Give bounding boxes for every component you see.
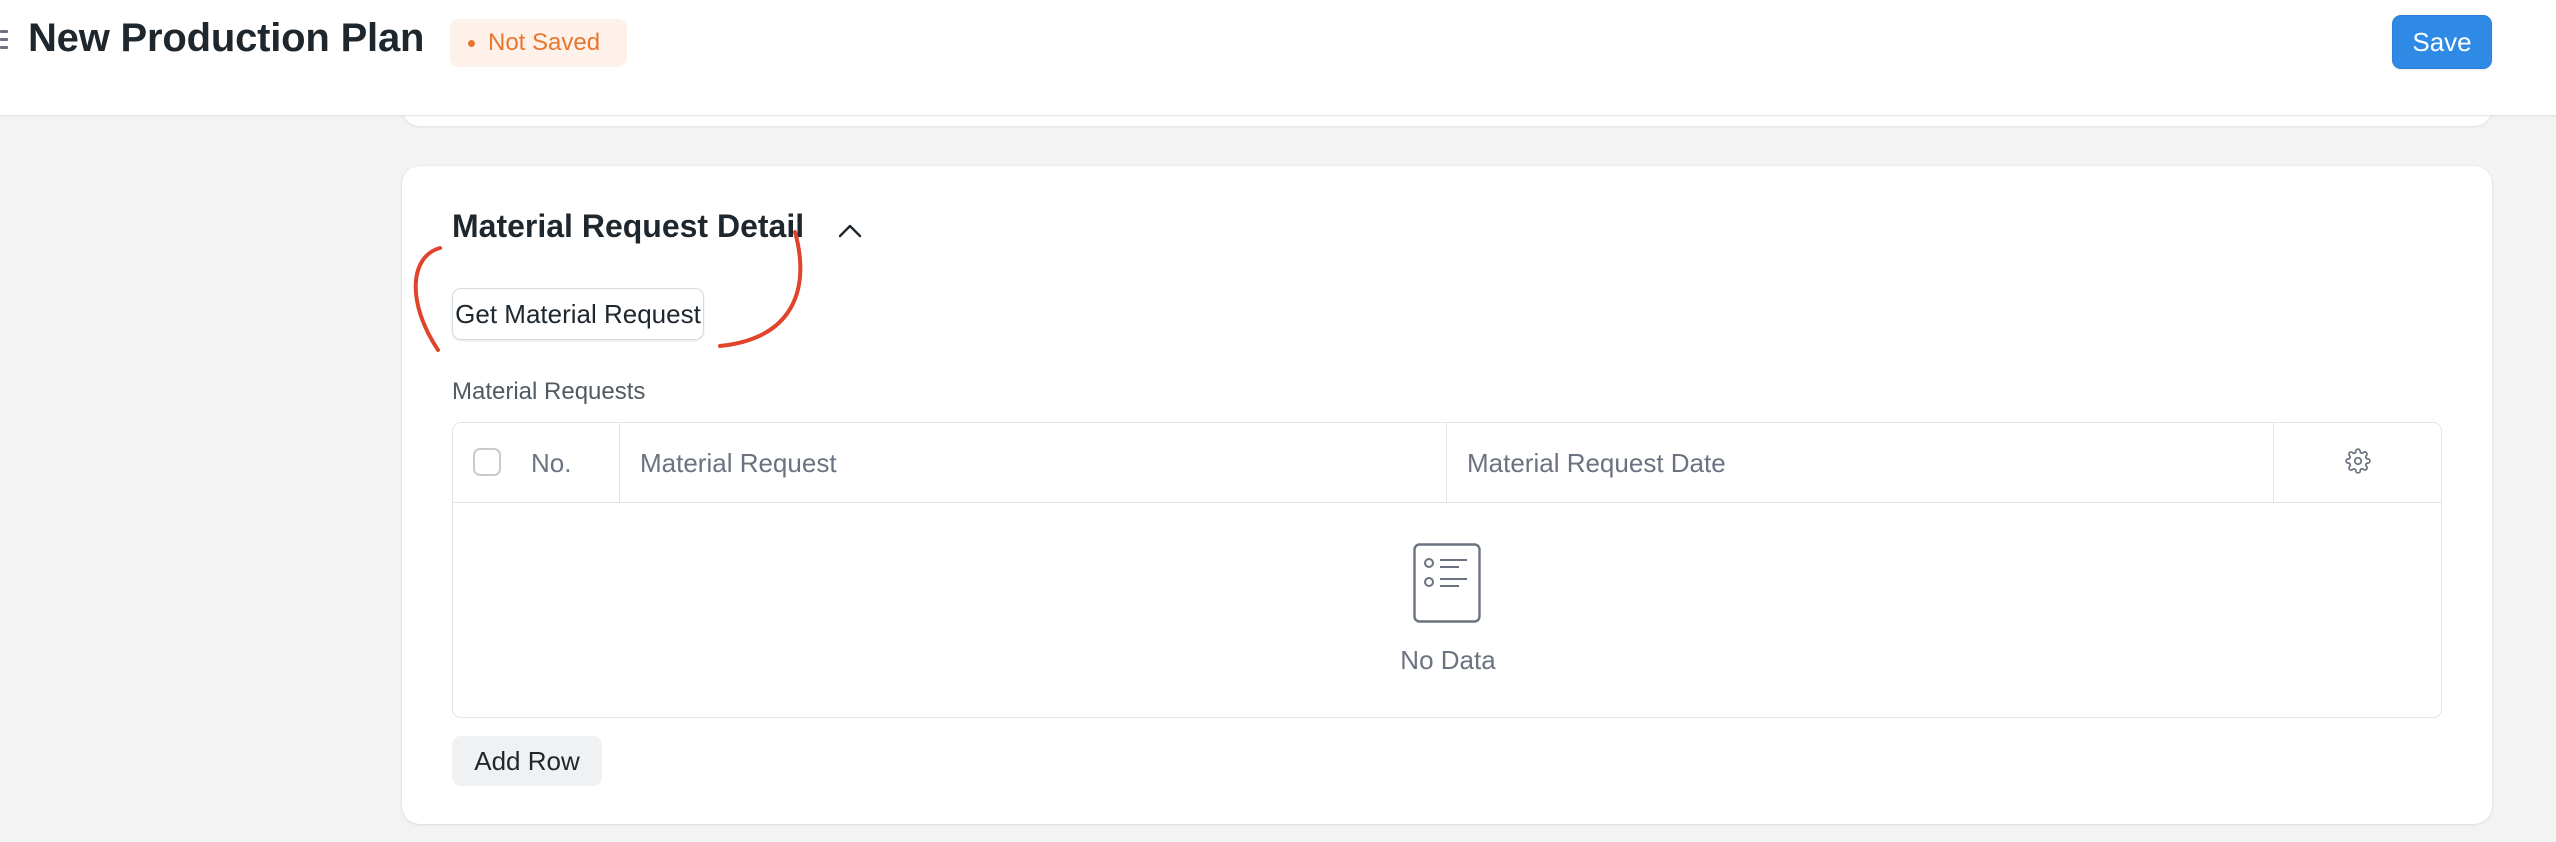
gear-icon[interactable] [2344,447,2371,479]
column-header-no: No. [531,447,572,478]
material-request-section: Material Request Detail Get Material Req… [402,166,2492,824]
material-requests-label: Material Requests [452,378,646,405]
status-dot-icon [468,39,475,47]
column-header-material-request-date: Material Request Date [1446,423,2273,503]
status-badge-label: Not Saved [488,29,601,56]
section-title: Material Request Detail [452,208,805,244]
page-title: New Production Plan [28,16,425,60]
no-data-text: No Data [1400,645,1496,675]
column-header-material-request: Material Request [619,423,1446,503]
select-all-checkbox[interactable] [473,448,501,476]
status-badge: Not Saved [450,19,627,67]
column-header-material-request-label: Material Request [640,447,837,478]
page: New Production Plan Not Saved Save Mater… [0,0,2556,842]
material-requests-table: No. Material Request Material Request Da… [452,422,2442,718]
page-header: New Production Plan Not Saved Save [0,0,2556,116]
chevron-up-icon[interactable] [834,218,866,244]
get-material-request-button[interactable]: Get Material Request [452,288,704,340]
column-settings [2273,423,2441,503]
document-list-icon [1413,543,1481,623]
add-row-button[interactable]: Add Row [452,736,602,786]
empty-state: No Data [453,503,2441,717]
table-header: No. Material Request Material Request Da… [453,423,2441,503]
column-header-material-request-date-label: Material Request Date [1467,447,1726,478]
save-button[interactable]: Save [2392,15,2492,69]
hamburger-icon[interactable] [0,30,8,52]
header-select-column: No. [453,423,619,503]
